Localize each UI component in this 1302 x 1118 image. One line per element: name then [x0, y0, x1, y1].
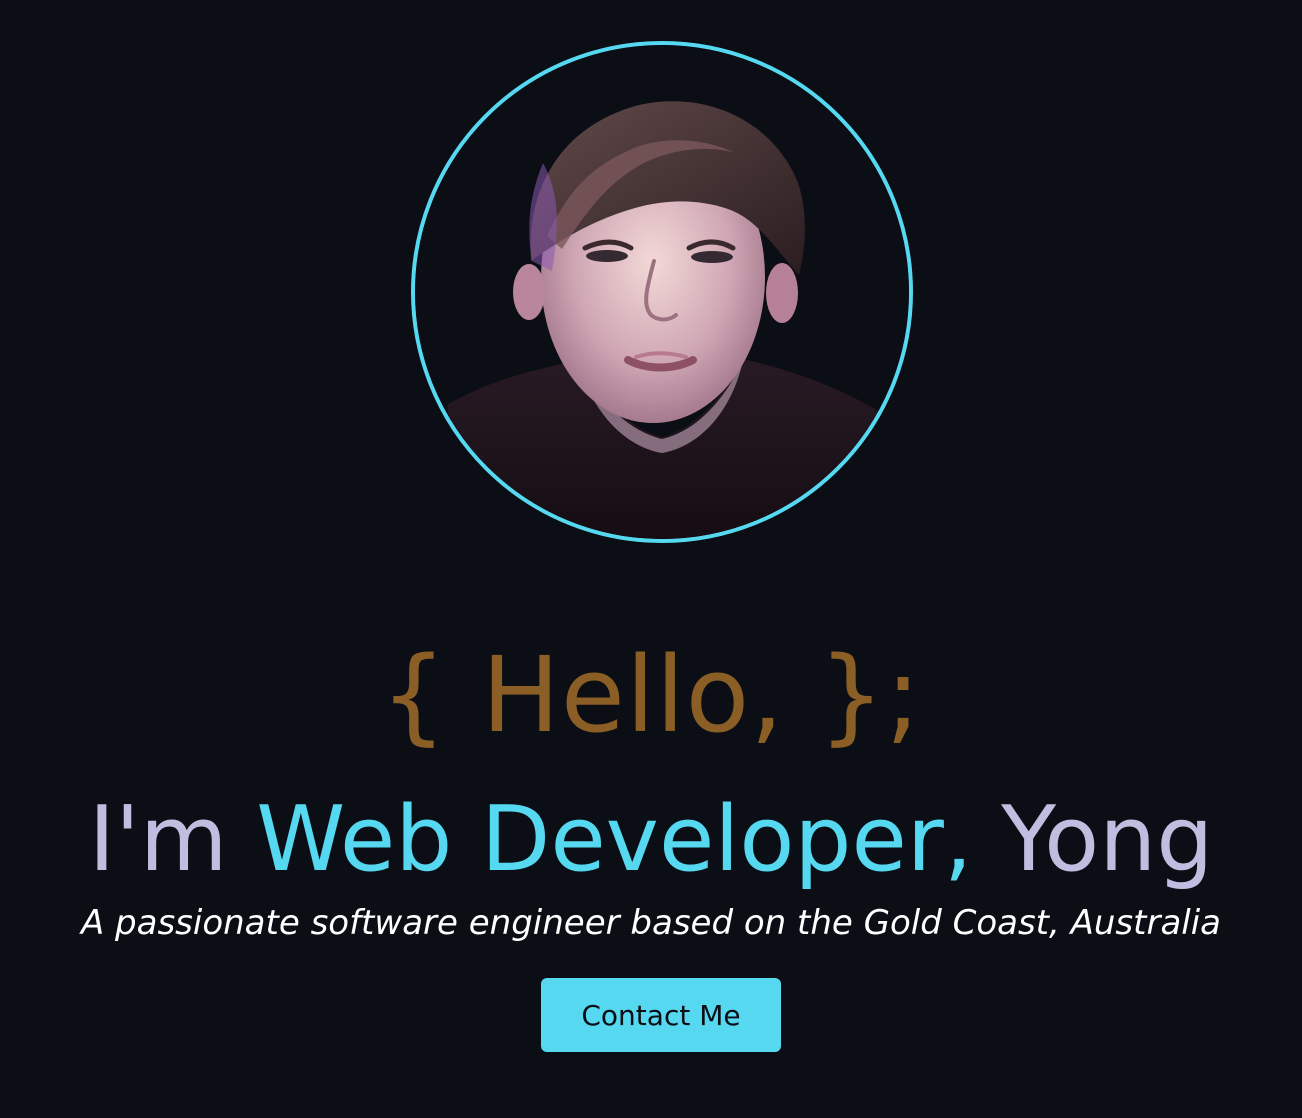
hero-section: { Hello, }; I'm Web Developer, Yong A pa…: [0, 0, 1302, 1118]
headline: I'm Web Developer, Yong: [0, 783, 1302, 897]
contact-me-button[interactable]: Contact Me: [541, 978, 781, 1052]
greeting-heading: { Hello, };: [380, 633, 922, 756]
headline-role: Web Developer,: [256, 786, 973, 892]
profile-avatar: [411, 41, 913, 543]
headline-name: Yong: [972, 786, 1214, 892]
headline-prefix: I'm: [88, 786, 257, 892]
tagline: A passionate software engineer based on …: [80, 903, 1222, 943]
